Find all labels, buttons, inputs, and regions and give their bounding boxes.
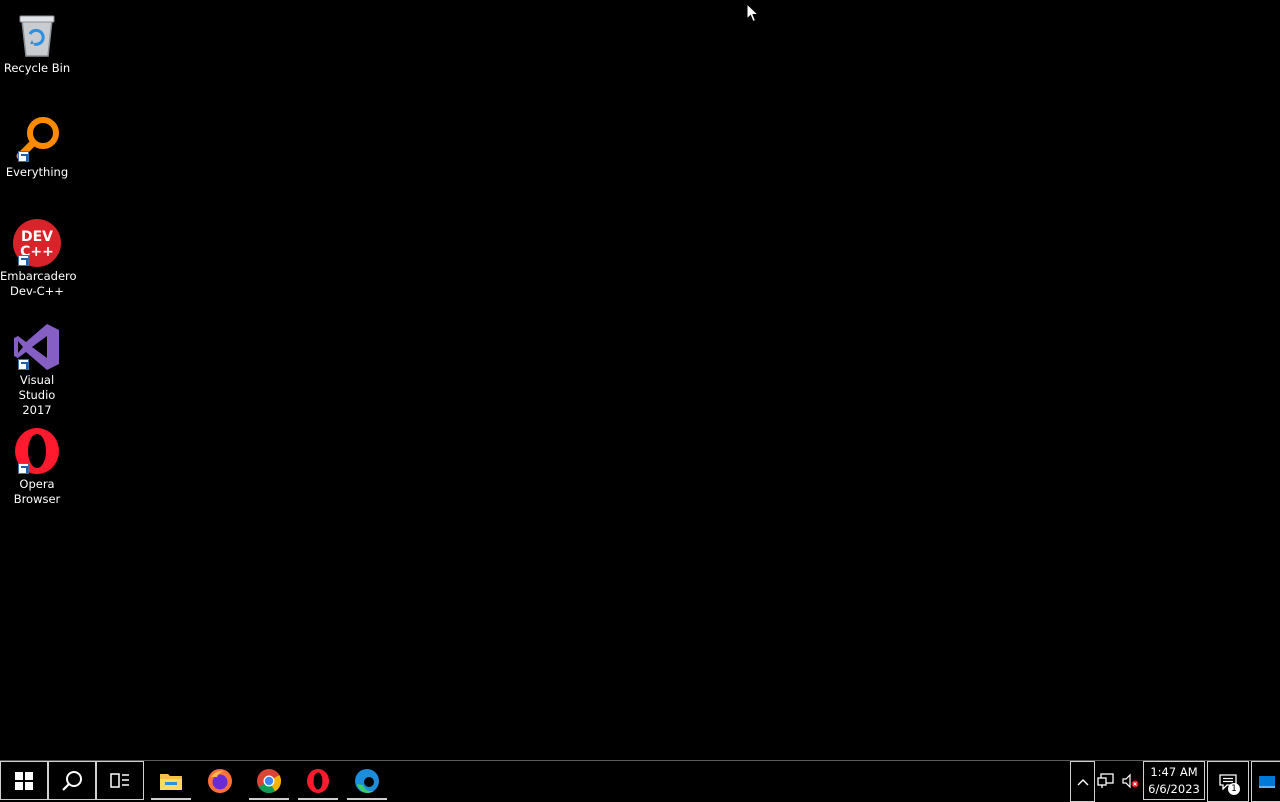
opera-icon bbox=[12, 426, 62, 476]
mouse-cursor-icon bbox=[746, 3, 760, 23]
show-desktop-button[interactable] bbox=[1251, 761, 1280, 802]
notification-count-badge: 1 bbox=[1228, 783, 1240, 795]
shortcut-arrow-icon bbox=[18, 151, 29, 162]
recycle-bin-icon bbox=[12, 10, 62, 60]
show-desktop-icon bbox=[1258, 775, 1275, 788]
network-tray-button[interactable] bbox=[1095, 761, 1117, 800]
clock-date: 6/6/2023 bbox=[1148, 782, 1200, 796]
action-center-button[interactable]: 1 bbox=[1207, 761, 1249, 802]
shortcut-arrow-icon bbox=[18, 255, 29, 266]
taskbar: 1:47 AM 6/6/2023 1 bbox=[0, 760, 1280, 802]
start-button[interactable] bbox=[0, 761, 48, 800]
desktop-icon-dev-cpp[interactable]: DEV C++ Embarcadero Dev-C++ bbox=[0, 212, 77, 299]
desktop-icon-label: Embarcadero Dev-C++ bbox=[0, 269, 77, 298]
desktop: Recycle Bin Everything DEV C++ Embarcade… bbox=[0, 0, 1280, 760]
taskbar-clock[interactable]: 1:47 AM 6/6/2023 bbox=[1143, 761, 1205, 800]
svg-text:DEV: DEV bbox=[21, 229, 53, 245]
taskbar-app-file-explorer[interactable] bbox=[149, 761, 193, 800]
desktop-icon-label: Recycle Bin bbox=[3, 61, 71, 75]
everything-search-icon bbox=[12, 114, 62, 164]
show-hidden-icons-button[interactable] bbox=[1070, 761, 1095, 802]
chevron-up-icon bbox=[1077, 778, 1088, 785]
dev-cpp-icon: DEV C++ bbox=[12, 218, 62, 268]
search-button[interactable] bbox=[48, 761, 96, 800]
shortcut-arrow-icon bbox=[18, 463, 29, 474]
edge-icon bbox=[355, 768, 379, 793]
desktop-icon-label: Opera Browser bbox=[13, 477, 61, 506]
desktop-icon-recycle-bin[interactable]: Recycle Bin bbox=[0, 4, 74, 76]
file-explorer-icon bbox=[160, 773, 182, 790]
desktop-icon-opera[interactable]: Opera Browser bbox=[0, 420, 74, 507]
search-icon bbox=[62, 770, 82, 791]
taskbar-app-edge[interactable] bbox=[345, 761, 389, 800]
network-icon bbox=[1097, 772, 1114, 788]
taskbar-app-opera[interactable] bbox=[296, 761, 340, 800]
visual-studio-icon bbox=[12, 322, 62, 372]
speaker-muted-icon bbox=[1122, 773, 1139, 788]
desktop-icon-label: Visual Studio 2017 bbox=[18, 373, 56, 417]
desktop-icon-visual-studio[interactable]: Visual Studio 2017 bbox=[0, 316, 74, 418]
task-view-icon bbox=[110, 772, 129, 788]
taskbar-app-firefox[interactable] bbox=[198, 761, 242, 800]
windows-start-icon bbox=[15, 771, 33, 790]
task-view-button[interactable] bbox=[96, 761, 144, 800]
desktop-icon-label: Everything bbox=[5, 165, 69, 179]
taskbar-app-chrome[interactable] bbox=[247, 761, 291, 800]
clock-time: 1:47 AM bbox=[1150, 765, 1198, 779]
shortcut-arrow-icon bbox=[18, 359, 29, 370]
desktop-icon-everything[interactable]: Everything bbox=[0, 108, 74, 180]
volume-tray-button[interactable] bbox=[1119, 761, 1141, 800]
firefox-icon bbox=[208, 768, 232, 793]
opera-icon bbox=[307, 768, 329, 793]
chrome-icon bbox=[257, 768, 282, 793]
